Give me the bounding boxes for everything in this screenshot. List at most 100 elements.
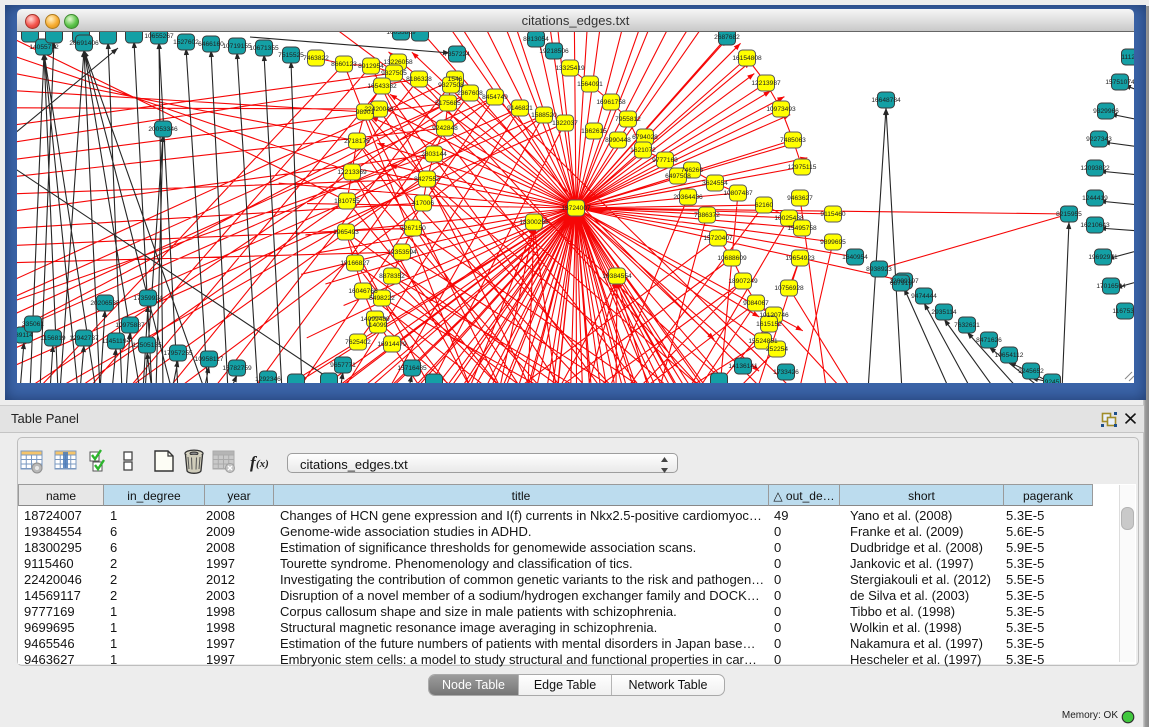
svg-text:16961758: 16961758 [596, 99, 626, 106]
svg-text:12353594: 12353594 [387, 249, 417, 256]
svg-text:19218506: 19218506 [539, 48, 569, 55]
svg-text:9474444: 9474444 [911, 293, 937, 300]
svg-text:9463627: 9463627 [787, 195, 813, 202]
svg-text:20053346: 20053346 [148, 126, 178, 133]
svg-text:2803144: 2803144 [421, 151, 447, 158]
svg-text:16543382: 16543382 [367, 83, 397, 90]
svg-text:9242848: 9242848 [432, 125, 458, 132]
svg-text:9245: 9245 [1045, 379, 1060, 383]
svg-text:5175685: 5175685 [435, 100, 461, 107]
svg-text:10719155: 10719155 [222, 43, 252, 50]
svg-text:687919: 687919 [890, 280, 912, 287]
svg-text:98901: 98901 [356, 109, 375, 116]
svg-text:16033809: 16033809 [386, 32, 416, 36]
svg-text:1362615: 1362615 [581, 128, 607, 135]
svg-text:7515525: 7515525 [278, 52, 304, 59]
svg-text:7386372: 7386372 [694, 212, 720, 219]
svg-text:20691406: 20691406 [69, 40, 99, 47]
svg-text:13226058: 13226058 [383, 59, 413, 66]
svg-text:8427552: 8427552 [414, 176, 440, 183]
svg-text:8813054: 8813054 [523, 36, 549, 43]
svg-text:15720407: 15720407 [703, 235, 733, 242]
svg-text:9146821: 9146821 [507, 105, 533, 112]
svg-text:8454749: 8454749 [482, 94, 508, 101]
svg-text:1810755: 1810755 [334, 198, 360, 205]
svg-text:19654923: 19654923 [785, 255, 815, 262]
svg-text:7357224: 7357224 [444, 51, 470, 58]
svg-text:1564091: 1564091 [577, 81, 603, 88]
svg-text:7485063: 7485063 [780, 137, 806, 144]
svg-text:7632621: 7632621 [954, 322, 980, 329]
svg-text:9899695: 9899695 [820, 239, 846, 246]
svg-text:9084067: 9084067 [743, 300, 769, 307]
svg-text:7625402: 7625402 [345, 339, 371, 346]
svg-text:16782759: 16782759 [222, 365, 252, 372]
svg-text:6794028: 6794028 [632, 134, 658, 141]
svg-text:19384554: 19384554 [602, 273, 632, 280]
svg-text:1965493: 1965493 [333, 229, 359, 236]
svg-text:7463822: 7463822 [303, 55, 329, 62]
svg-text:17016504: 17016504 [1096, 283, 1126, 290]
svg-text:15495758: 15495758 [787, 225, 817, 232]
svg-text:9327505: 9327505 [381, 70, 407, 77]
svg-text:1167533: 1167533 [1112, 308, 1134, 315]
svg-text:62160: 62160 [755, 202, 774, 209]
svg-text:1322037: 1322037 [552, 120, 578, 127]
svg-text:(x): (x) [256, 458, 269, 470]
svg-text:2367608: 2367608 [457, 90, 483, 97]
svg-text:1733426: 1733426 [773, 369, 799, 376]
svg-text:2718176: 2718176 [344, 138, 370, 145]
svg-text:12213369: 12213369 [337, 169, 367, 176]
svg-text:9327508: 9327508 [438, 82, 464, 89]
svg-text:2935114: 2935114 [931, 309, 957, 316]
svg-text:19166827: 19166827 [340, 260, 370, 267]
svg-text:1527602: 1527602 [173, 39, 199, 46]
svg-text:10975887: 10975887 [115, 322, 145, 329]
svg-text:20364436: 20364436 [673, 194, 703, 201]
svg-text:1615152: 1615152 [756, 321, 782, 328]
svg-text:10688609: 10688609 [717, 255, 747, 262]
svg-text:12213987: 12213987 [751, 80, 781, 87]
svg-text:10973493: 10973493 [766, 106, 796, 113]
svg-text:10807487: 10807487 [723, 190, 753, 197]
svg-text:12093822: 12093822 [1080, 165, 1110, 172]
svg-text:2687682: 2687682 [714, 34, 740, 41]
svg-text:14136141: 14136141 [728, 363, 758, 370]
svg-text:1292346: 1292346 [255, 376, 281, 383]
svg-text:8878352: 8878352 [379, 273, 405, 280]
svg-text:6466160: 6466160 [198, 41, 224, 48]
svg-text:8938923: 8938923 [866, 266, 892, 273]
svg-text:1588520: 1588520 [531, 112, 557, 119]
svg-text:7955812: 7955812 [615, 116, 641, 123]
svg-text:11124: 11124 [1121, 54, 1134, 61]
svg-text:8186328: 8186328 [406, 76, 432, 83]
svg-text:16154808: 16154808 [732, 55, 762, 62]
svg-text:335061: 335061 [22, 321, 44, 328]
svg-text:14055712: 14055712 [29, 44, 59, 51]
svg-text:9115460: 9115460 [820, 211, 846, 218]
svg-text:18907249: 18907249 [728, 278, 758, 285]
svg-text:12975115: 12975115 [788, 164, 817, 171]
svg-text:14099: 14099 [369, 322, 388, 329]
svg-text:10756928: 10756928 [774, 285, 804, 292]
svg-text:8471626: 8471626 [976, 337, 1002, 344]
svg-text:9329966: 9329966 [1093, 108, 1119, 115]
svg-text:12505135: 12505135 [132, 342, 162, 349]
svg-text:16914479: 16914479 [377, 341, 407, 348]
svg-text:10025438: 10025438 [774, 215, 804, 222]
svg-text:10120746: 10120746 [759, 312, 789, 319]
svg-text:252254: 252254 [766, 346, 788, 353]
svg-text:6497508: 6497508 [665, 173, 691, 180]
svg-text:18300295: 18300295 [519, 219, 549, 226]
svg-text:1621072: 1621072 [630, 147, 656, 154]
svg-text:417006: 417006 [412, 200, 434, 207]
svg-text:9777169: 9777169 [652, 157, 678, 164]
svg-text:10958117: 10958117 [195, 356, 224, 363]
svg-text:12942737: 12942737 [69, 335, 99, 342]
svg-text:5498222: 5498222 [369, 295, 395, 302]
svg-text:16210643: 16210643 [1080, 222, 1110, 229]
svg-text:10655267: 10655267 [144, 33, 174, 40]
svg-text:3267150: 3267150 [400, 225, 426, 232]
svg-text:39114: 39114 [17, 332, 33, 339]
svg-text:13325419: 13325419 [555, 65, 585, 72]
